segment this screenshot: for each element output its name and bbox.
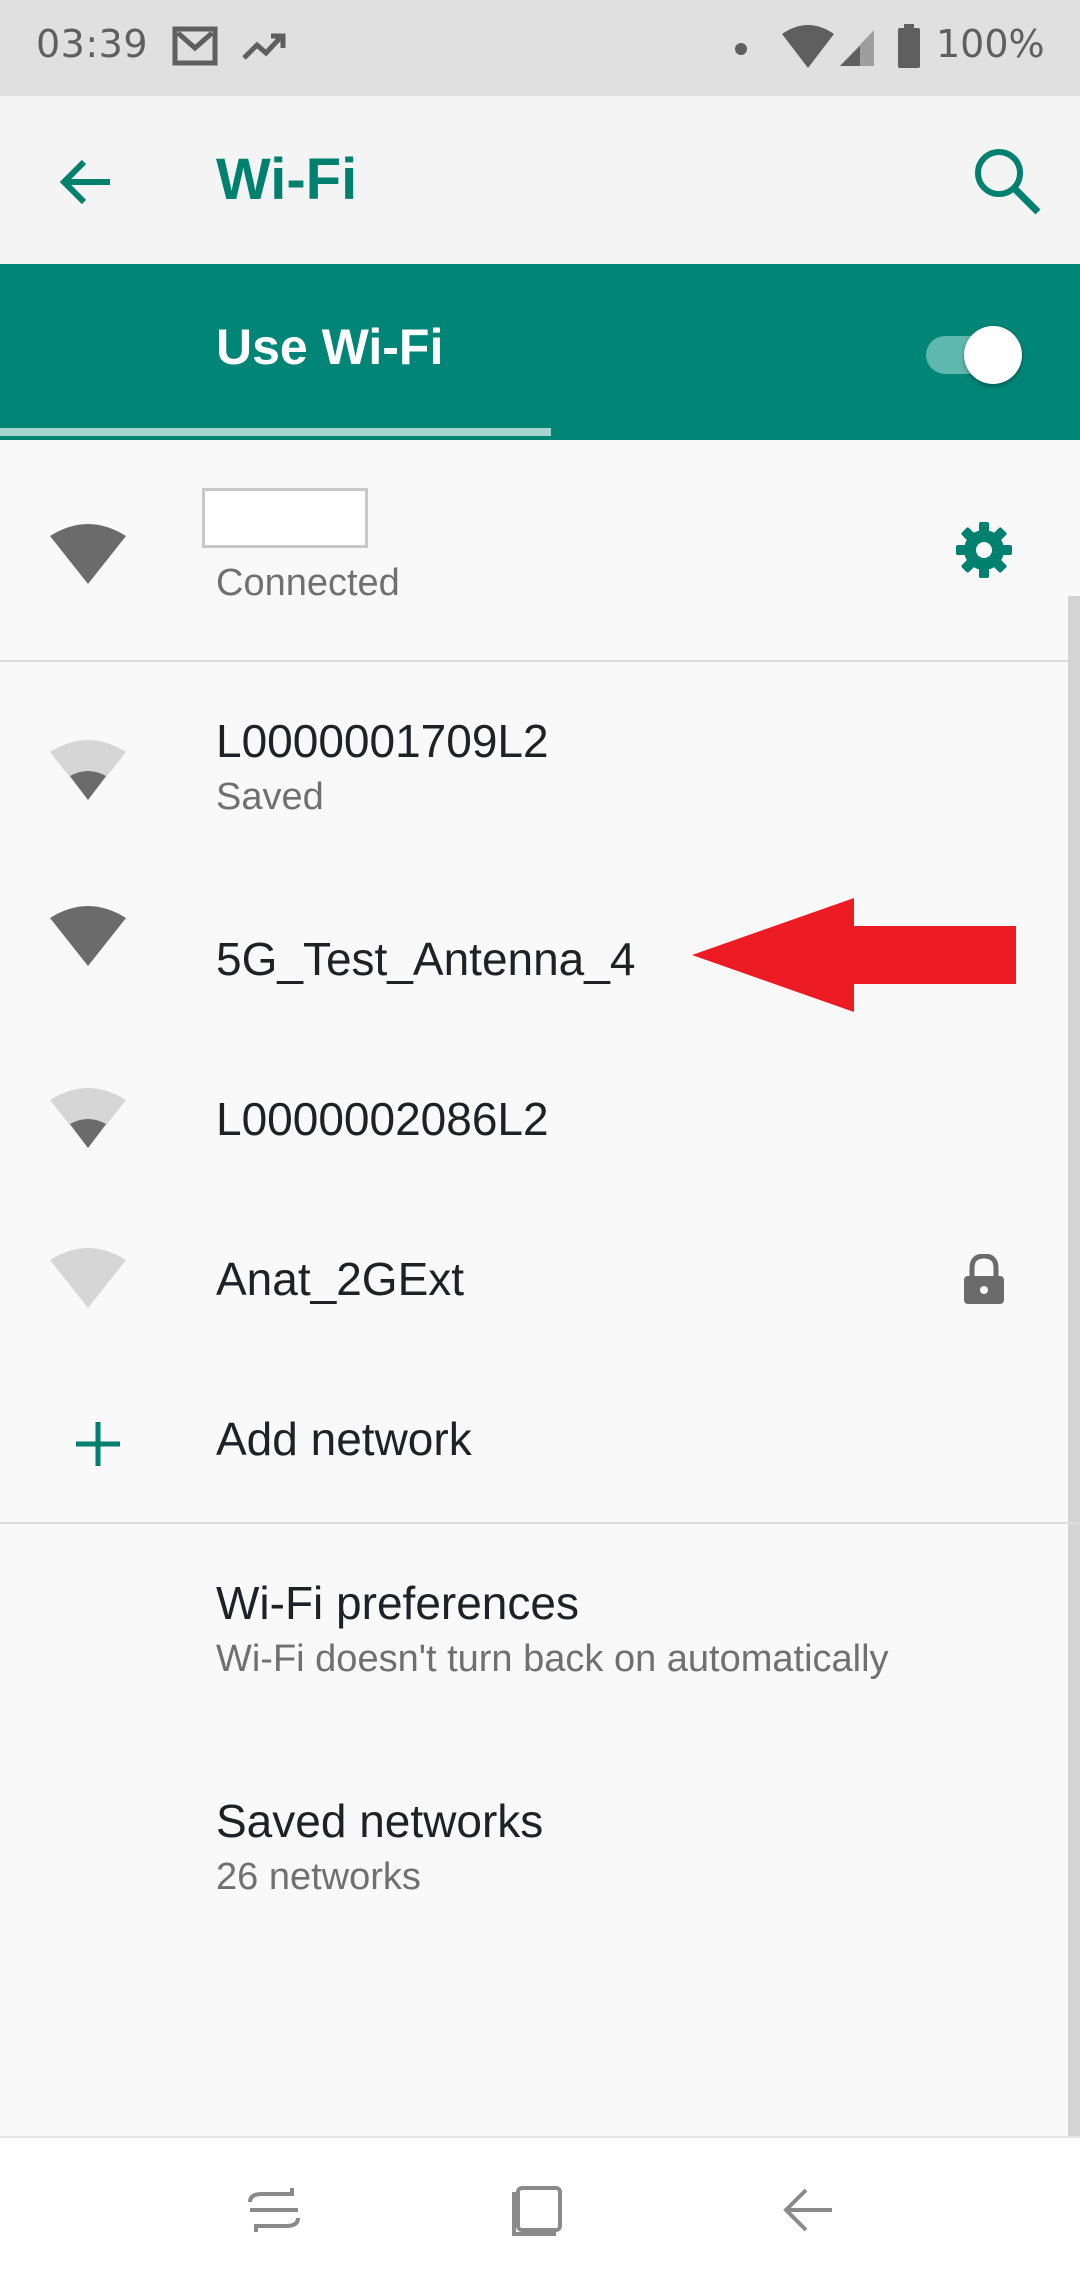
scan-progress-fill [0,428,551,436]
scan-progress-bar [0,428,1080,440]
navigation-bar [0,2136,1080,2280]
gear-icon[interactable] [952,518,1016,582]
network-status: Saved [216,776,324,818]
wifi-none-icon [50,1248,126,1308]
add-network-label: Add network [216,1413,472,1465]
red-arrow-icon [692,898,1016,1012]
wifi-weak-icon [50,1088,126,1148]
status-time: 03:39 [36,22,149,66]
network-ssid: L0000001709L2 [216,715,549,767]
gmail-icon [172,26,218,66]
dot-icon [735,43,747,55]
network-ssid: Anat_2GExt [216,1253,465,1305]
network-row[interactable]: L0000002086L2 [0,1012,1080,1172]
wifi-strong-icon [50,524,126,584]
connected-network-row[interactable]: Connected [0,440,1080,660]
trending-icon [242,33,286,60]
wifi-signal-icon [782,25,834,68]
add-network-row[interactable]: Add network [0,1332,1080,1522]
battery-percentage: 100% [936,22,1045,66]
saved-networks-subtitle: 26 networks [216,1856,421,1898]
cell-signal-icon [840,30,874,66]
switch-thumb [964,326,1022,384]
plus-icon [76,1422,120,1466]
network-row[interactable]: L0000001709L2 Saved [0,662,1080,852]
wifi-preferences-subtitle: Wi-Fi doesn't turn back on automatically [216,1638,889,1680]
search-icon[interactable] [968,142,1044,218]
status-bar: 03:39 100% [0,0,1080,96]
lock-icon [964,1254,1004,1304]
wifi-toggle-switch[interactable] [920,326,1024,384]
app-bar: Wi-Fi [0,96,1080,264]
connected-ssid-box [202,488,368,548]
page-title: Wi-Fi [216,147,358,212]
use-wifi-toggle-row[interactable]: Use Wi-Fi [0,264,1080,440]
connected-status: Connected [216,562,400,604]
back-icon[interactable] [780,2184,836,2236]
saved-networks-row[interactable]: Saved networks 26 networks [0,1742,1080,1960]
wifi-preferences-row[interactable]: Wi-Fi preferences Wi-Fi doesn't turn bac… [0,1524,1080,1742]
network-ssid: L0000002086L2 [216,1093,549,1145]
arrow-back-icon[interactable] [50,146,122,218]
wifi-strong-icon [50,906,126,966]
battery-icon [898,24,920,68]
home-icon[interactable] [512,2184,568,2236]
use-wifi-label: Use Wi-Fi [216,319,444,375]
wifi-weak-icon [50,740,126,800]
recents-icon[interactable] [246,2184,302,2236]
network-row[interactable]: Anat_2GExt [0,1172,1080,1332]
network-ssid: 5G_Test_Antenna_4 [216,933,636,985]
wifi-preferences-title: Wi-Fi preferences [216,1577,579,1629]
saved-networks-title: Saved networks [216,1795,544,1847]
